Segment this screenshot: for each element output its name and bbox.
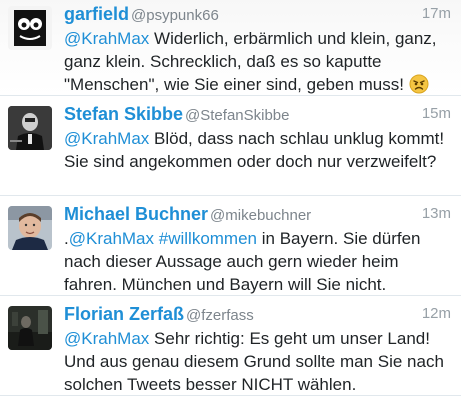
hashtag-link[interactable]: #willkommen [154, 229, 257, 248]
tweet[interactable]: garfield @psypunk66 17m @KrahMax Widerlic… [0, 0, 461, 96]
tweet-text: @KrahMax Sehr richtig: Es geht um unser … [64, 327, 451, 396]
tweet-list: garfield @psypunk66 17m @KrahMax Widerlic… [0, 0, 461, 396]
tweet[interactable]: Michael Buchner @mikebuchner 13m .@KrahMa… [0, 196, 461, 296]
avatar[interactable] [8, 206, 52, 250]
angry-face-icon [409, 74, 429, 94]
timestamp: 12m [421, 305, 451, 322]
mention-link[interactable]: @KrahMax [64, 29, 149, 48]
mention-link[interactable]: @KrahMax [64, 329, 149, 348]
author-name[interactable]: Michael Buchner [64, 204, 208, 224]
author-handle[interactable]: @mikebuchner [210, 207, 311, 224]
tweet-text: .@KrahMax #willkommen in Bayern. Sie dür… [64, 227, 451, 296]
tweet[interactable]: Florian Zerfaß @fzerfass 12m @KrahMax Seh… [0, 296, 461, 396]
author-handle[interactable]: @fzerfass [186, 307, 254, 324]
avatar[interactable] [8, 306, 52, 350]
author-name[interactable]: garfield [64, 4, 129, 24]
tweet-text: @KrahMax Widerlich, erbärmlich und klein… [64, 27, 451, 96]
timestamp: 15m [421, 105, 451, 122]
tweet[interactable]: Stefan Skibbe @StefanSkibbe 15m @KrahMax … [0, 96, 461, 196]
tweet-text: @KrahMax Blöd, dass nach schlau unklug k… [64, 127, 451, 173]
avatar[interactable] [8, 106, 52, 150]
avatar[interactable] [8, 6, 52, 50]
mention-link[interactable]: @KrahMax [64, 129, 149, 148]
author-name[interactable]: Stefan Skibbe [64, 104, 183, 124]
author-handle[interactable]: @StefanSkibbe [185, 107, 289, 124]
mention-link[interactable]: @KrahMax [69, 229, 154, 248]
author-name[interactable]: Florian Zerfaß [64, 304, 184, 324]
timestamp: 13m [421, 205, 451, 222]
timestamp: 17m [421, 5, 451, 22]
author-handle[interactable]: @psypunk66 [131, 7, 219, 24]
